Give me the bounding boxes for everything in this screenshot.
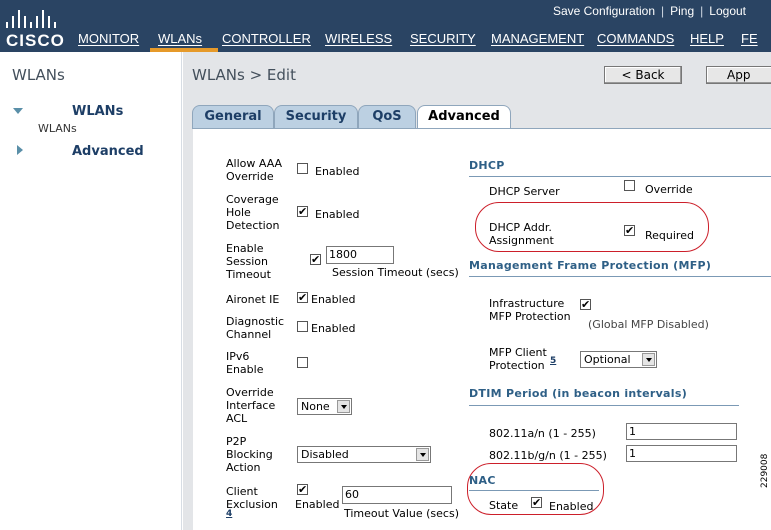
expanded-arrow-icon[interactable] [13, 108, 23, 114]
p2p-blocking-select[interactable]: Disabled [297, 446, 431, 463]
tab-advanced[interactable]: Advanced [417, 105, 511, 130]
nac-state-label: State [489, 499, 519, 512]
client-exclusion-checkbox[interactable]: ✔ [297, 484, 308, 495]
nac-state-checkbox[interactable]: ✔ [531, 497, 542, 508]
client-exclusion-label: Client Exclusion [226, 485, 278, 511]
session-timeout-label: Enable Session Timeout [226, 242, 271, 281]
main-content: WLANs > Edit < Back App General Security… [183, 52, 771, 530]
cisco-logo: CISCO [4, 4, 74, 50]
diagnostic-channel-label: Diagnostic Channel [226, 315, 285, 341]
dtim-80211an-input[interactable]: 1 [626, 423, 737, 440]
save-configuration-link[interactable]: Save Configuration [553, 4, 655, 18]
dhcp-server-label: DHCP Server [489, 185, 560, 198]
dtim-divider [469, 405, 739, 406]
back-button[interactable]: < Back [604, 66, 682, 84]
exclusion-timeout-caption: Timeout Value (secs) [344, 507, 459, 520]
exclusion-timeout-input[interactable]: 60 [342, 486, 452, 504]
footnote-link-5[interactable]: 5 [550, 356, 556, 366]
dtim-80211bgn-label: 802.11b/g/n (1 - 255) [489, 449, 607, 462]
breadcrumb: WLANs > Edit [192, 66, 296, 84]
dhcp-addr-assignment-label: DHCP Addr. Assignment [489, 221, 554, 247]
nav-feedback[interactable]: FE [741, 30, 758, 52]
sidebar: WLANs WLANs WLANs Advanced [0, 52, 182, 530]
infrastructure-mfp-label: Infrastructure MFP Protection [489, 297, 571, 323]
ipv6-enable-checkbox[interactable] [297, 357, 308, 368]
dhcp-override-label: Override [645, 183, 693, 196]
allow-aaa-override-label: Allow AAA Override [226, 157, 283, 183]
top-header: CISCO Save Configuration | Ping | Logout MON… [0, 0, 771, 52]
mfp-section-title: Management Frame Protection (MFP) [469, 259, 712, 272]
session-timeout-caption: Session Timeout (secs) [332, 266, 459, 279]
allow-aaa-override-checkbox[interactable] [297, 163, 308, 174]
nav-commands[interactable]: COMMANDS [597, 30, 674, 52]
dhcp-server-override-checkbox[interactable] [624, 180, 635, 191]
nac-divider [469, 490, 599, 491]
dhcp-divider [469, 176, 771, 177]
nav-security[interactable]: SECURITY [410, 30, 476, 52]
nav-wireless[interactable]: WIRELESS [325, 30, 392, 52]
sidebar-title: WLANs [12, 66, 65, 84]
dtim-section-title: DTIM Period (in beacon intervals) [469, 387, 688, 400]
coverage-hole-checkbox[interactable]: ✔ [297, 206, 308, 217]
nav-monitor[interactable]: MONITOR [78, 30, 139, 52]
chevron-down-icon [642, 353, 655, 366]
override-acl-label: Override Interface ACL [226, 386, 276, 425]
ping-link[interactable]: Ping [670, 4, 694, 18]
global-mfp-note: (Global MFP Disabled) [588, 318, 709, 331]
dtim-80211bgn-input[interactable]: 1 [626, 445, 737, 462]
override-acl-select[interactable]: None [297, 398, 352, 415]
aironet-ie-label: Aironet IE [226, 293, 280, 306]
dhcp-required-label: Required [645, 229, 694, 242]
nav-controller[interactable]: CONTROLLER [222, 30, 311, 52]
apply-button[interactable]: App [706, 66, 771, 84]
coverage-hole-label: Coverage Hole Detection [226, 193, 280, 232]
p2p-blocking-label: P2P Blocking Action [226, 435, 273, 474]
tab-general[interactable]: General [192, 105, 274, 129]
logout-link[interactable]: Logout [709, 4, 746, 18]
diagnostic-enabled-label: Enabled [311, 322, 356, 335]
session-timeout-input[interactable]: 1800 [326, 246, 394, 264]
mfp-client-protection-label: MFP Client Protection [489, 346, 547, 372]
nac-enabled-label: Enabled [549, 500, 594, 513]
tab-security[interactable]: Security [274, 105, 358, 129]
advanced-panel: Allow AAA Override Enabled Coverage Hole… [193, 128, 771, 530]
diagnostic-channel-checkbox[interactable] [297, 321, 308, 332]
client-exclusion-enabled-label: Enabled [295, 498, 340, 511]
allow-aaa-enabled-label: Enabled [315, 165, 360, 178]
nav-help[interactable]: HELP [690, 30, 724, 52]
sidebar-item-wlans[interactable]: WLANs [72, 104, 123, 119]
nac-section-title: NAC [469, 474, 496, 487]
session-timeout-checkbox[interactable]: ✔ [310, 254, 321, 265]
nav-wlans[interactable]: WLANs [150, 30, 218, 52]
coverage-hole-enabled-label: Enabled [315, 208, 360, 221]
aironet-ie-checkbox[interactable]: ✔ [297, 292, 308, 303]
dhcp-addr-required-checkbox[interactable]: ✔ [624, 225, 635, 236]
chevron-down-icon [416, 448, 429, 461]
sidebar-item-advanced[interactable]: Advanced [72, 144, 144, 159]
top-links: Save Configuration | Ping | Logout [552, 4, 746, 18]
ipv6-enable-label: IPv6 Enable [226, 350, 264, 376]
mfp-divider [469, 276, 771, 277]
dtim-80211an-label: 802.11a/n (1 - 255) [489, 427, 596, 440]
collapsed-arrow-icon[interactable] [17, 145, 23, 155]
mfp-client-protection-select[interactable]: Optional [580, 351, 657, 368]
chevron-down-icon [337, 400, 350, 413]
nav-management[interactable]: MANAGEMENT [491, 30, 584, 52]
sidebar-subitem-wlans[interactable]: WLANs [38, 122, 77, 135]
figure-number: 229008 [760, 453, 770, 488]
aironet-ie-enabled-label: Enabled [311, 293, 356, 306]
tab-qos[interactable]: QoS [358, 105, 416, 129]
dhcp-section-title: DHCP [469, 159, 505, 172]
infrastructure-mfp-checkbox[interactable]: ✔ [580, 299, 591, 310]
footnote-link-4[interactable]: 4 [226, 509, 232, 519]
